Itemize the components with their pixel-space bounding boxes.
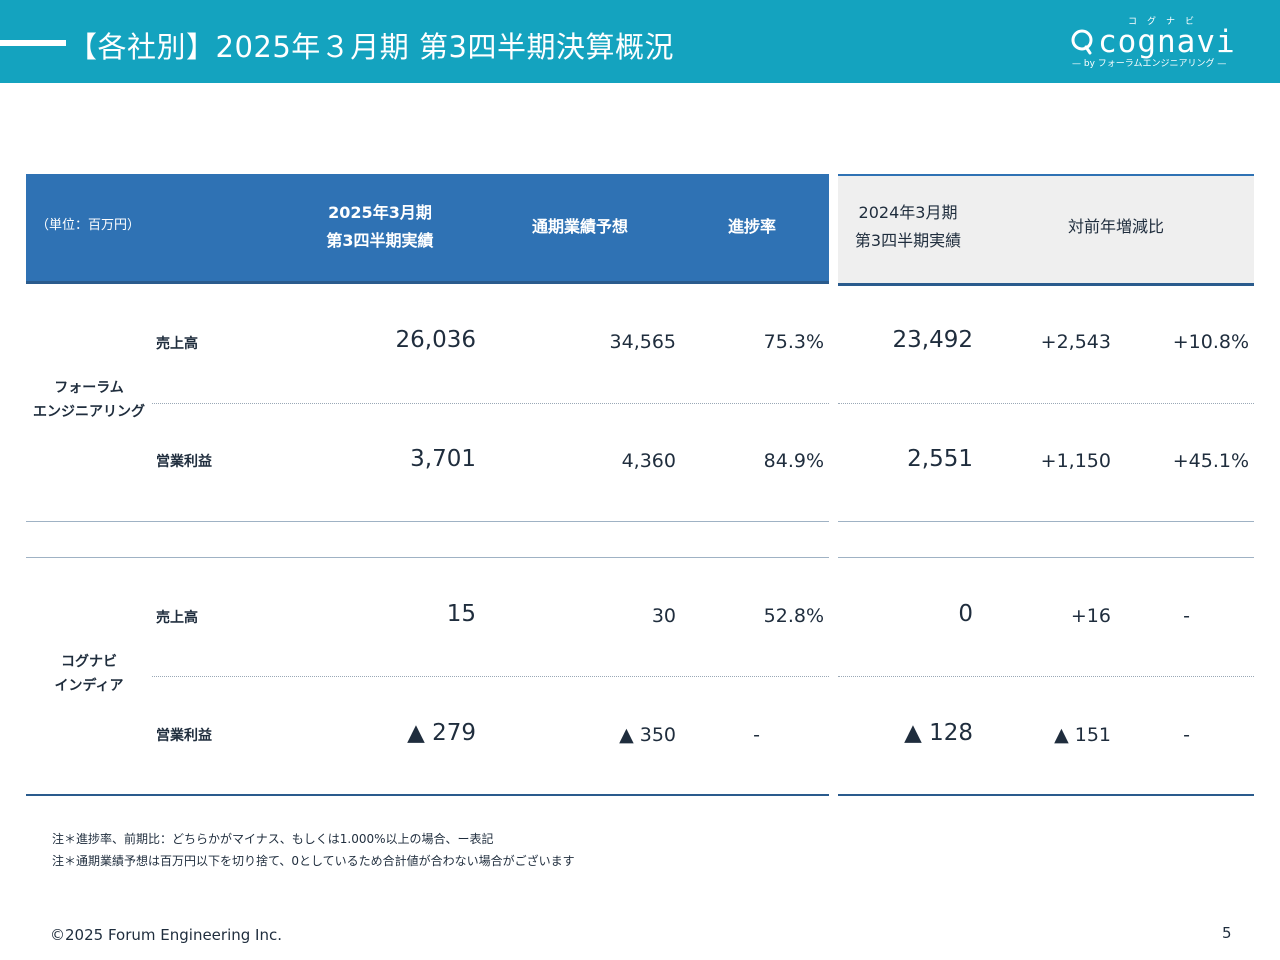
- cell-diff: +1,150: [1040, 450, 1111, 472]
- cell-ratio: -: [1183, 724, 1190, 746]
- row-divider: [152, 403, 829, 404]
- row-divider: [838, 676, 1254, 677]
- cell-current: 15: [446, 601, 476, 627]
- cognavi-logo: コグナビ cognavi — by フォーラムエンジニアリング —: [1066, 14, 1246, 74]
- cell-forecast: 34,565: [609, 331, 676, 353]
- cell-progress: 84.9%: [763, 450, 824, 472]
- section-divider: [838, 521, 1254, 522]
- cell-diff: +16: [1070, 605, 1111, 627]
- company-name-line2: エンジニアリング: [33, 404, 145, 420]
- cell-forecast: 30: [651, 605, 676, 627]
- footnote-2: 注＊通期業績予想は百万円以下を切り捨て、0としているため合計値が合わない場合がご…: [52, 854, 575, 868]
- cell-progress: 75.3%: [763, 331, 824, 353]
- company-name-line1: コグナビ: [61, 654, 117, 670]
- logo-wordmark: cognavi: [1098, 24, 1236, 60]
- page-number: 5: [1222, 924, 1232, 942]
- cell-previous: 23,492: [892, 327, 973, 353]
- company-name-forum: フォーラム エンジニアリング: [26, 376, 152, 424]
- col-header-progress: 進捗率: [727, 217, 776, 236]
- copyright: ©2025 Forum Engineering Inc.: [50, 926, 282, 944]
- company-name-cognavi-india: コグナビ インディア: [26, 650, 152, 698]
- slide-title: 【各社別】2025年３月期 第3四半期決算概況: [68, 30, 674, 64]
- section-divider: [26, 521, 829, 522]
- col-header-previous: 2024年3月期 第3四半期実績: [838, 199, 978, 255]
- table-bottom-rule: [838, 794, 1254, 796]
- cell-previous: 0: [958, 601, 973, 627]
- table-header-previous: 2024年3月期 第3四半期実績 対前年増減比: [838, 174, 1254, 286]
- section-divider: [838, 557, 1254, 558]
- col-header-current-line1: 2025年3月期: [328, 203, 432, 222]
- row-label-sales: 売上高: [156, 336, 198, 352]
- header-accent-bar: [0, 40, 66, 46]
- cell-diff: ▲ 151: [1054, 724, 1111, 746]
- unit-label: （単位：百万円）: [36, 218, 141, 233]
- table-header-current: （単位：百万円） 2025年3月期 第3四半期実績 通期業績予想 進捗率: [26, 174, 829, 284]
- cell-diff: +2,543: [1040, 331, 1111, 353]
- row-label-operating-profit: 営業利益: [156, 728, 212, 744]
- cell-current: ▲ 279: [407, 720, 476, 746]
- cell-progress: -: [753, 724, 760, 746]
- row-label-sales: 売上高: [156, 610, 198, 626]
- cell-progress: 52.8%: [763, 605, 824, 627]
- cell-previous: ▲ 128: [904, 720, 973, 746]
- row-divider: [152, 676, 829, 677]
- col-header-yoy: 対前年増減比: [1067, 217, 1164, 236]
- footnote-1: 注＊進捗率、前期比：どちらかがマイナス、もしくは1.000%以上の場合、ー表記: [52, 832, 494, 846]
- cell-forecast: 4,360: [621, 450, 676, 472]
- cell-ratio: +45.1%: [1172, 450, 1249, 472]
- cell-current: 26,036: [395, 327, 476, 353]
- logo-subtitle: — by フォーラムエンジニアリング —: [1072, 59, 1227, 69]
- company-name-line1: フォーラム: [54, 380, 124, 396]
- col-header-current-line2: 第3四半期実績: [326, 231, 434, 250]
- row-divider: [838, 403, 1254, 404]
- col-header-forecast: 通期業績予想: [531, 217, 628, 236]
- slide-header: 【各社別】2025年３月期 第3四半期決算概況 コグナビ cognavi — b…: [0, 0, 1280, 83]
- cell-ratio: +10.8%: [1172, 331, 1249, 353]
- col-header-current: 2025年3月期 第3四半期実績: [290, 199, 470, 255]
- section-divider: [26, 557, 829, 558]
- table-bottom-rule: [26, 794, 829, 796]
- col-header-previous-line2: 第3四半期実績: [854, 231, 962, 250]
- row-label-operating-profit: 営業利益: [156, 454, 212, 470]
- cell-previous: 2,551: [907, 446, 973, 472]
- cell-ratio: -: [1183, 605, 1190, 627]
- col-header-previous-line1: 2024年3月期: [858, 203, 958, 222]
- company-name-line2: インディア: [54, 678, 124, 694]
- cell-forecast: ▲ 350: [619, 724, 676, 746]
- cell-current: 3,701: [410, 446, 476, 472]
